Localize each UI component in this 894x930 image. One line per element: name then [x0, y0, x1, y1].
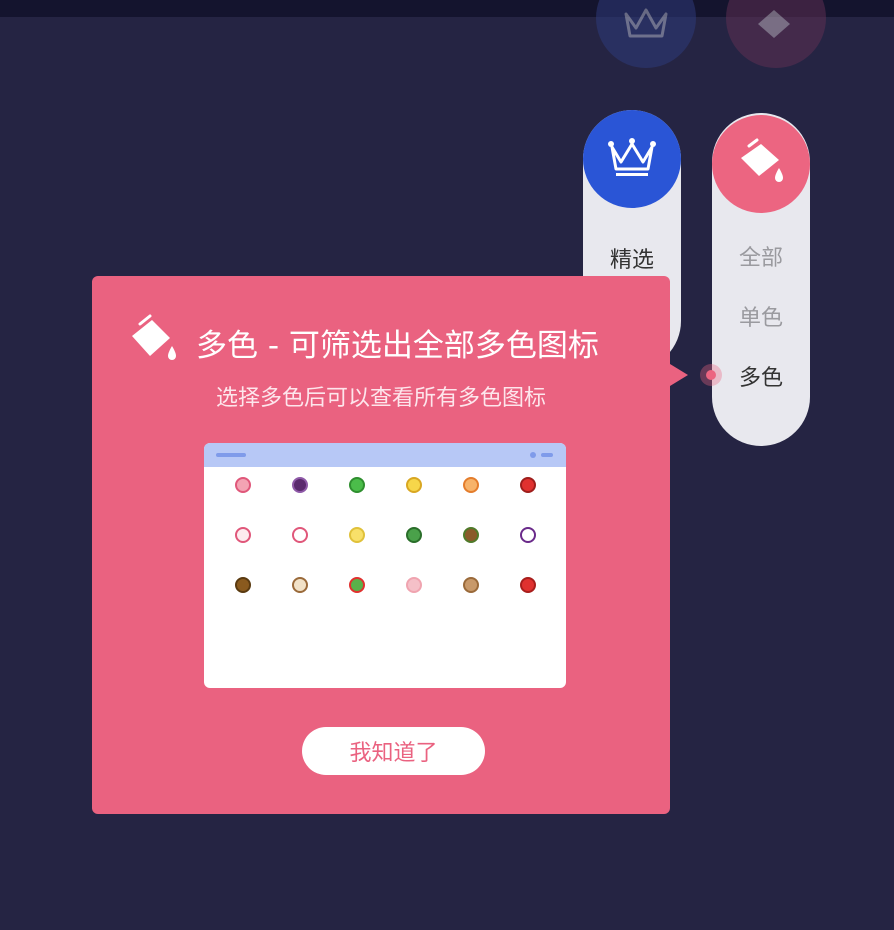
- preview-screenshot: [204, 443, 566, 688]
- fruit-icon: [405, 527, 422, 543]
- paint-bucket-icon: [741, 138, 783, 182]
- preview-icon-item: [328, 527, 385, 557]
- fruit-icon: [291, 477, 308, 493]
- fruit-icon: [234, 477, 251, 493]
- preview-icon-item: [271, 477, 328, 507]
- fruit-icon: [519, 477, 536, 493]
- preview-icon-item: [499, 527, 556, 557]
- tooltip-subtitle: 选择多色后可以查看所有多色图标: [215, 386, 546, 411]
- preview-icon-item: [499, 477, 556, 507]
- preview-icon-item: [271, 527, 328, 557]
- fruit-icon: [291, 577, 308, 593]
- fruit-icon: [405, 577, 422, 593]
- preview-icon-item: [442, 577, 499, 607]
- preview-icon-grid: [214, 477, 556, 607]
- color-filter-button[interactable]: [712, 115, 810, 213]
- preview-dot: [530, 452, 536, 458]
- fruit-icon: [405, 477, 422, 493]
- fruit-icon: [291, 527, 308, 543]
- faded-crown-button: [596, 0, 696, 68]
- crown-icon: [608, 138, 656, 176]
- fruit-icon: [348, 527, 365, 543]
- featured-button[interactable]: [583, 110, 681, 208]
- fruit-icon: [519, 527, 536, 543]
- fruit-icon: [348, 577, 365, 593]
- fruit-icon: [234, 577, 251, 593]
- tooltip-arrow: [670, 364, 688, 386]
- preview-icon-item: [214, 477, 271, 507]
- preview-header: [204, 443, 566, 467]
- crown-icon: [624, 8, 668, 38]
- got-it-button[interactable]: 我知道了: [302, 727, 485, 775]
- preview-title-line: [216, 453, 246, 457]
- tooltip-title: 多色 - 可筛选出全部多色图标: [196, 328, 599, 364]
- preview-icon-item: [271, 577, 328, 607]
- preview-icon-item: [385, 527, 442, 557]
- fruit-icon: [348, 477, 365, 493]
- featured-label[interactable]: 精选: [583, 242, 681, 274]
- preview-icon-item: [214, 527, 271, 557]
- fruit-icon: [462, 577, 479, 593]
- preview-icon-item: [499, 577, 556, 607]
- paint-bucket-icon: [128, 314, 180, 370]
- preview-icon-item: [214, 577, 271, 607]
- preview-icon-item: [385, 477, 442, 507]
- paint-bucket-icon: [758, 10, 790, 38]
- faded-paint-bucket-button: [726, 0, 826, 68]
- fruit-icon: [519, 577, 536, 593]
- preview-icon-item: [442, 527, 499, 557]
- preview-icon-item: [442, 477, 499, 507]
- preview-icon-item: [385, 577, 442, 607]
- preview-dash: [541, 453, 553, 457]
- preview-icon-item: [328, 577, 385, 607]
- filter-option-all[interactable]: 全部: [712, 240, 810, 272]
- filter-option-single-color[interactable]: 单色: [712, 300, 810, 332]
- fruit-icon: [234, 527, 251, 543]
- filter-option-multi-color[interactable]: 多色: [712, 360, 810, 392]
- selection-indicator-dot: [706, 370, 716, 380]
- preview-icon-item: [328, 477, 385, 507]
- fruit-icon: [462, 477, 479, 493]
- fruit-icon: [462, 527, 479, 543]
